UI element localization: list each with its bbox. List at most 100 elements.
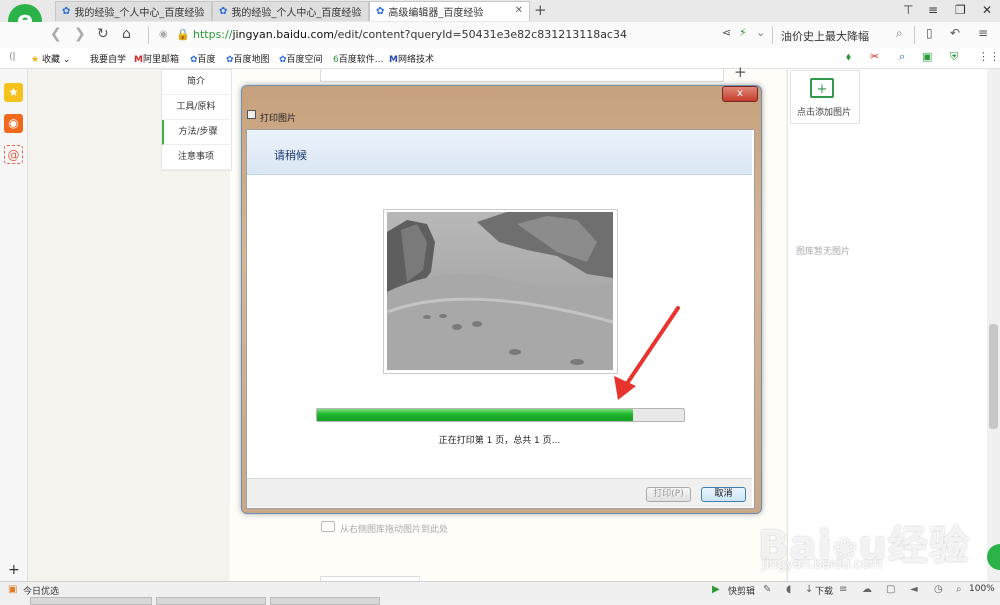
collapse-icon[interactable]: ⟨| xyxy=(9,52,16,62)
add-image-icon: + xyxy=(810,78,834,98)
bookmark-item[interactable]: ✿百度地图 xyxy=(226,52,270,65)
taskbar-item[interactable] xyxy=(270,597,380,605)
arrow-shaft xyxy=(622,306,680,390)
outline-item-tools[interactable]: 工具/原料 xyxy=(162,95,230,120)
outline-item-steps[interactable]: 方法/步骤 xyxy=(162,120,232,145)
print-button[interactable]: 打印(P) xyxy=(646,487,691,502)
baidu-paw-icon: ✿ xyxy=(190,55,198,65)
lightning-icon[interactable]: ⚡ xyxy=(739,26,747,39)
baidu-paw-icon: ✿ xyxy=(219,6,228,17)
search-hint[interactable]: 油价史上最大降幅 xyxy=(781,28,869,44)
cloud-icon[interactable]: ☁ xyxy=(862,584,872,595)
progress-fill xyxy=(317,409,633,421)
watermark-url: jingyan.baidu.com xyxy=(762,557,882,572)
chevron-down-icon[interactable]: ⌄ xyxy=(756,26,765,39)
tab-title: 我的经验_个人中心_百度经验 xyxy=(74,8,205,19)
add-block-icon[interactable]: + xyxy=(734,63,747,81)
favorites-label: 收藏 xyxy=(41,55,60,65)
search-icon[interactable]: ⌕ xyxy=(899,50,905,64)
add-icon[interactable]: + xyxy=(8,562,20,578)
image-library-panel xyxy=(787,69,988,581)
phone-icon[interactable]: ▯ xyxy=(926,26,933,40)
pen-icon[interactable]: ✎ xyxy=(763,584,771,595)
quick-clip[interactable]: 快剪辑 xyxy=(728,584,755,597)
image-icon xyxy=(321,521,335,532)
close-window-icon[interactable]: ✕ xyxy=(982,3,992,17)
mail-at-icon[interactable]: @ xyxy=(4,145,23,164)
sound-icon[interactable]: ◖ xyxy=(786,584,791,595)
tab-title: 高级编辑器_百度经验 xyxy=(388,8,484,19)
extension-icon[interactable]: ⬧ xyxy=(846,50,851,64)
download[interactable]: 下载 xyxy=(815,584,833,597)
restore-icon[interactable]: ❐ xyxy=(955,3,966,17)
bookmark-item[interactable]: ✿百度 xyxy=(190,52,216,65)
menu-icon[interactable]: ≡ xyxy=(978,26,988,40)
scrollbar-thumb[interactable] xyxy=(989,324,998,429)
bookmark-label: 百度空间 xyxy=(286,55,323,65)
baidu-paw-icon: ✿ xyxy=(62,6,71,17)
tab-1[interactable]: ✿ 我的经验_个人中心_百度经验 xyxy=(55,1,212,21)
close-button[interactable]: x xyxy=(722,86,758,102)
printer-icon xyxy=(247,110,256,119)
baidu-paw-icon: ✿ xyxy=(279,55,287,65)
back-icon[interactable]: ❮ xyxy=(50,26,62,42)
share-icon[interactable]: ⋖ xyxy=(722,26,731,39)
bookmark-label: 百度 xyxy=(197,55,216,65)
cancel-button[interactable]: 取消 xyxy=(701,487,746,502)
mail-icon: M xyxy=(134,55,143,65)
add-image-label: 点击添加图片 xyxy=(797,108,852,118)
zoom-level[interactable]: 100% xyxy=(969,584,995,594)
url-path: /edit/content?queryId=50431e3e82c8312131… xyxy=(333,28,627,41)
url-host: jingyan.baidu.com xyxy=(232,28,334,41)
menu-icon[interactable]: ≡ xyxy=(928,3,938,17)
scissors-icon[interactable]: ✂ xyxy=(870,50,879,63)
print-status: 正在打印第 1 页，总共 1 页... xyxy=(438,436,561,446)
game-icon[interactable]: ▣ xyxy=(922,50,932,63)
url-protocol: https:// xyxy=(193,28,233,41)
clip-icon: ▶ xyxy=(712,584,720,595)
baidu-paw-icon: ✿ xyxy=(226,55,234,65)
bookmark-item[interactable]: 我要自学 xyxy=(90,52,126,65)
progress-bar xyxy=(316,408,685,422)
bookmark-item[interactable]: M网络技术 xyxy=(389,52,434,65)
content-block[interactable] xyxy=(320,69,724,82)
bookmark-label: 阿里邮箱 xyxy=(142,55,179,65)
taskbar-item[interactable] xyxy=(156,597,266,605)
search-icon[interactable]: ⌕ xyxy=(896,26,903,41)
annotation-arrow xyxy=(614,306,680,400)
list-icon[interactable]: ≡ xyxy=(839,584,847,595)
bookmark-item[interactable]: 6百度软件... xyxy=(333,52,383,65)
undo-icon[interactable]: ↶ xyxy=(950,26,960,40)
tab-2[interactable]: ✿ 我的经验_个人中心_百度经验 xyxy=(212,1,369,21)
new-tab-button[interactable]: + xyxy=(534,1,547,19)
outline-item-notes[interactable]: 注意事项 xyxy=(162,145,230,170)
divider xyxy=(148,26,149,44)
shirt-icon[interactable]: ⊤ xyxy=(903,3,913,17)
shield-icon[interactable]: ⛨ xyxy=(950,50,958,64)
m-icon: M xyxy=(389,55,398,65)
forward-icon[interactable]: ❯ xyxy=(74,26,86,42)
bookmark-label: 百度地图 xyxy=(233,55,270,65)
taskbar-item[interactable] xyxy=(30,597,152,605)
home-icon[interactable]: ⌂ xyxy=(122,26,131,42)
tab-close-icon[interactable]: ✕ xyxy=(515,5,523,16)
shield-icon[interactable]: ◉ xyxy=(159,29,168,40)
speaker-icon[interactable]: ◄ xyxy=(910,584,918,595)
refresh-icon[interactable]: ↻ xyxy=(97,26,109,42)
window-icon[interactable]: ▢ xyxy=(886,584,895,595)
tab-3-active[interactable]: ✿ 高级编辑器_百度经验 ✕ xyxy=(369,1,530,21)
weibo-icon[interactable]: ◉ xyxy=(4,114,23,133)
baidu-paw-icon: ✿ xyxy=(376,6,385,17)
grid-icon[interactable]: ⋮⋮ xyxy=(978,50,1000,63)
bookmark-item[interactable]: ✿百度空间 xyxy=(279,52,323,65)
dialog-title: 打印图片 xyxy=(260,114,297,124)
favorites-dropdown[interactable]: ★ 收藏 ⌄ xyxy=(31,52,70,65)
favorites-star-icon[interactable]: ★ xyxy=(4,83,23,102)
url-field[interactable]: https://jingyan.baidu.com/edit/content?q… xyxy=(193,28,627,41)
today-picks[interactable]: 今日优选 xyxy=(23,584,59,597)
outline-item-intro[interactable]: 简介 xyxy=(162,70,230,95)
divider xyxy=(772,26,773,44)
bookmark-item[interactable]: M阿里邮箱 xyxy=(134,52,179,65)
clock-icon[interactable]: ◷ xyxy=(934,584,943,595)
dialog-heading: 请稍候 xyxy=(274,149,307,162)
